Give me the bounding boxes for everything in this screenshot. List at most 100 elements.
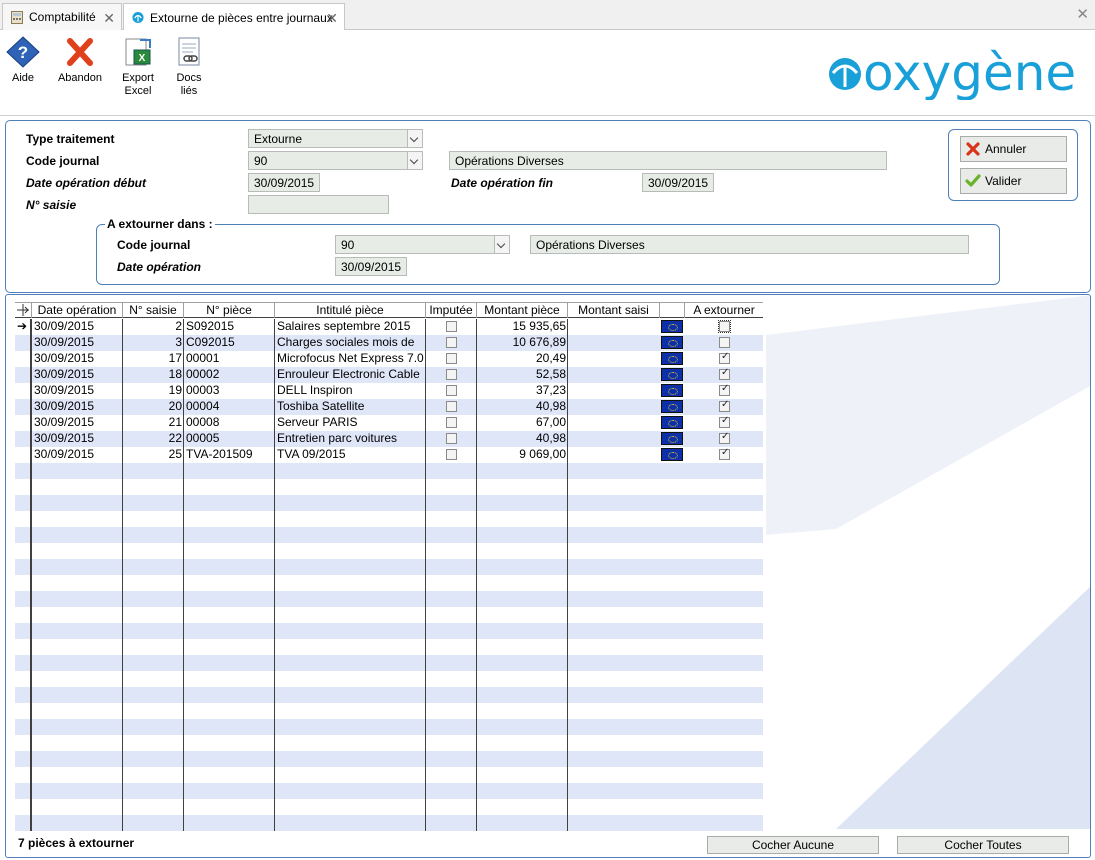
- a-extourner-checkbox[interactable]: [719, 367, 730, 380]
- chevron-down-icon[interactable]: [407, 152, 422, 169]
- cell-date[interactable]: 30/09/2015: [34, 447, 123, 463]
- cell-piece[interactable]: 00001: [186, 351, 275, 367]
- cell-saisie[interactable]: 19: [123, 383, 182, 399]
- close-icon[interactable]: ✕: [326, 10, 338, 27]
- cell-saisie[interactable]: 25: [123, 447, 182, 463]
- chevron-down-icon[interactable]: [407, 130, 422, 147]
- col-date-operation[interactable]: Date opération: [32, 303, 123, 318]
- table-row[interactable]: 30/09/2015 2 S092015 Salaires septembre 201…: [15, 319, 763, 335]
- date-fin-field[interactable]: 30/09/2015: [642, 173, 714, 192]
- table-row[interactable]: 30/09/2015 21 00008 Serveur PARIS 67,00: [15, 415, 763, 431]
- cell-piece[interactable]: 00002: [186, 367, 275, 383]
- cell-montant[interactable]: 37,23: [477, 383, 566, 399]
- cell-montant[interactable]: 67,00: [477, 415, 566, 431]
- cell-date[interactable]: 30/09/2015: [34, 431, 123, 447]
- cell-piece[interactable]: 00008: [186, 415, 275, 431]
- cell-saisie[interactable]: 3: [123, 335, 182, 351]
- col-a-extourner[interactable]: A extourner: [685, 303, 763, 318]
- cell-date[interactable]: 30/09/2015: [34, 415, 123, 431]
- cell-saisie[interactable]: 2: [123, 319, 182, 335]
- imputee-checkbox[interactable]: [446, 321, 457, 332]
- col-num-piece[interactable]: N° pièce: [184, 303, 275, 318]
- abandon-button[interactable]: Abandon: [56, 36, 104, 85]
- table-row[interactable]: 30/09/2015 3 C092015 Charges sociales mois …: [15, 335, 763, 351]
- cocher-toutes-button[interactable]: Cocher Toutes: [897, 836, 1069, 854]
- window-close-icon[interactable]: ✕: [1076, 5, 1089, 23]
- cell-montant[interactable]: 9 069,00: [477, 447, 566, 463]
- imputee-checkbox[interactable]: [446, 401, 457, 412]
- cell-montant[interactable]: 10 676,89: [477, 335, 566, 351]
- cell-saisie[interactable]: 18: [123, 367, 182, 383]
- cell-montant[interactable]: 52,58: [477, 367, 566, 383]
- col-devise[interactable]: [660, 303, 685, 318]
- chevron-down-icon[interactable]: [494, 236, 509, 253]
- cell-intitule[interactable]: Microfocus Net Express 7.0: [277, 351, 426, 367]
- a-extourner-checkbox[interactable]: [719, 415, 730, 428]
- cell-piece[interactable]: 00005: [186, 431, 275, 447]
- cell-date[interactable]: 30/09/2015: [34, 383, 123, 399]
- cell-montant[interactable]: 15 935,65: [477, 319, 566, 335]
- row-selector-column[interactable]: [15, 319, 31, 831]
- cell-date[interactable]: 30/09/2015: [34, 351, 123, 367]
- table-row[interactable]: 30/09/2015 19 00003 DELL Inspiron 37,23: [15, 383, 763, 399]
- imputee-checkbox[interactable]: [446, 433, 457, 444]
- a-extourner-checkbox[interactable]: [719, 351, 730, 364]
- num-saisie-field[interactable]: [248, 195, 389, 214]
- type-traitement-select[interactable]: Extourne: [248, 129, 423, 148]
- close-icon[interactable]: ✕: [103, 10, 115, 27]
- table-row[interactable]: 30/09/2015 22 00005 Entretien parc voitures…: [15, 431, 763, 447]
- cocher-aucune-button[interactable]: Cocher Aucune: [707, 836, 879, 854]
- a-extourner-checkbox[interactable]: [719, 447, 730, 460]
- export-excel-button[interactable]: X Export Excel: [118, 36, 158, 98]
- cell-intitule[interactable]: Enrouleur Electronic Cable: [277, 367, 426, 383]
- cell-intitule[interactable]: Charges sociales mois de: [277, 335, 426, 351]
- imputee-checkbox[interactable]: [446, 449, 457, 460]
- cell-saisie[interactable]: 21: [123, 415, 182, 431]
- cell-intitule[interactable]: Serveur PARIS: [277, 415, 426, 431]
- cell-date[interactable]: 30/09/2015: [34, 319, 123, 335]
- cell-date[interactable]: 30/09/2015: [34, 399, 123, 415]
- cell-piece[interactable]: S092015: [186, 319, 275, 335]
- col-intitule[interactable]: Intitulé pièce: [275, 303, 426, 318]
- cell-intitule[interactable]: Salaires septembre 2015: [277, 319, 426, 335]
- cell-saisie[interactable]: 17: [123, 351, 182, 367]
- a-extourner-checkbox[interactable]: [719, 399, 730, 412]
- table-row[interactable]: 30/09/2015 17 00001 Microfocus Net Express …: [15, 351, 763, 367]
- cell-piece[interactable]: TVA-201509: [186, 447, 275, 463]
- cell-intitule[interactable]: TVA 09/2015: [277, 447, 426, 463]
- help-button[interactable]: ? Aide: [4, 36, 42, 85]
- cell-piece[interactable]: 00004: [186, 399, 275, 415]
- table-row[interactable]: 30/09/2015 25 TVA-201509 TVA 09/2015 9 069,0…: [15, 447, 763, 463]
- date-debut-field[interactable]: 30/09/2015: [248, 173, 320, 192]
- table-row[interactable]: 30/09/2015 18 00002 Enrouleur Electronic Ca…: [15, 367, 763, 383]
- imputee-checkbox[interactable]: [446, 369, 457, 380]
- imputee-checkbox[interactable]: [446, 417, 457, 428]
- annuler-button[interactable]: Annuler: [960, 136, 1067, 162]
- cell-montant[interactable]: 20,49: [477, 351, 566, 367]
- cell-montant[interactable]: 40,98: [477, 399, 566, 415]
- a-extourner-checkbox[interactable]: [719, 337, 730, 348]
- cell-date[interactable]: 30/09/2015: [34, 367, 123, 383]
- table-row[interactable]: 30/09/2015 20 00004 Toshiba Satellite 40,98: [15, 399, 763, 415]
- target-date-field[interactable]: 30/09/2015: [335, 257, 407, 276]
- imputee-checkbox[interactable]: [446, 337, 457, 348]
- cell-montant[interactable]: 40,98: [477, 431, 566, 447]
- cell-saisie[interactable]: 22: [123, 431, 182, 447]
- col-montant-saisi[interactable]: Montant saisi: [568, 303, 660, 318]
- tab-extourne[interactable]: Extourne de pièces entre journaux ✕: [123, 3, 345, 31]
- imputee-checkbox[interactable]: [446, 385, 457, 396]
- target-code-journal-select[interactable]: 90: [335, 235, 510, 254]
- code-journal-select[interactable]: 90: [248, 151, 423, 170]
- cell-intitule[interactable]: Entretien parc voitures: [277, 431, 426, 447]
- col-num-saisie[interactable]: N° saisie: [123, 303, 184, 318]
- cell-intitule[interactable]: Toshiba Satellite: [277, 399, 426, 415]
- cell-piece[interactable]: 00003: [186, 383, 275, 399]
- linked-docs-button[interactable]: Docs liés: [170, 36, 208, 98]
- header-corner[interactable]: [15, 303, 32, 318]
- valider-button[interactable]: Valider: [960, 168, 1067, 194]
- cell-piece[interactable]: C092015: [186, 335, 275, 351]
- a-extourner-checkbox[interactable]: [719, 431, 730, 444]
- cell-intitule[interactable]: DELL Inspiron: [277, 383, 426, 399]
- col-imputee[interactable]: Imputée: [426, 303, 477, 318]
- a-extourner-checkbox[interactable]: [719, 383, 730, 396]
